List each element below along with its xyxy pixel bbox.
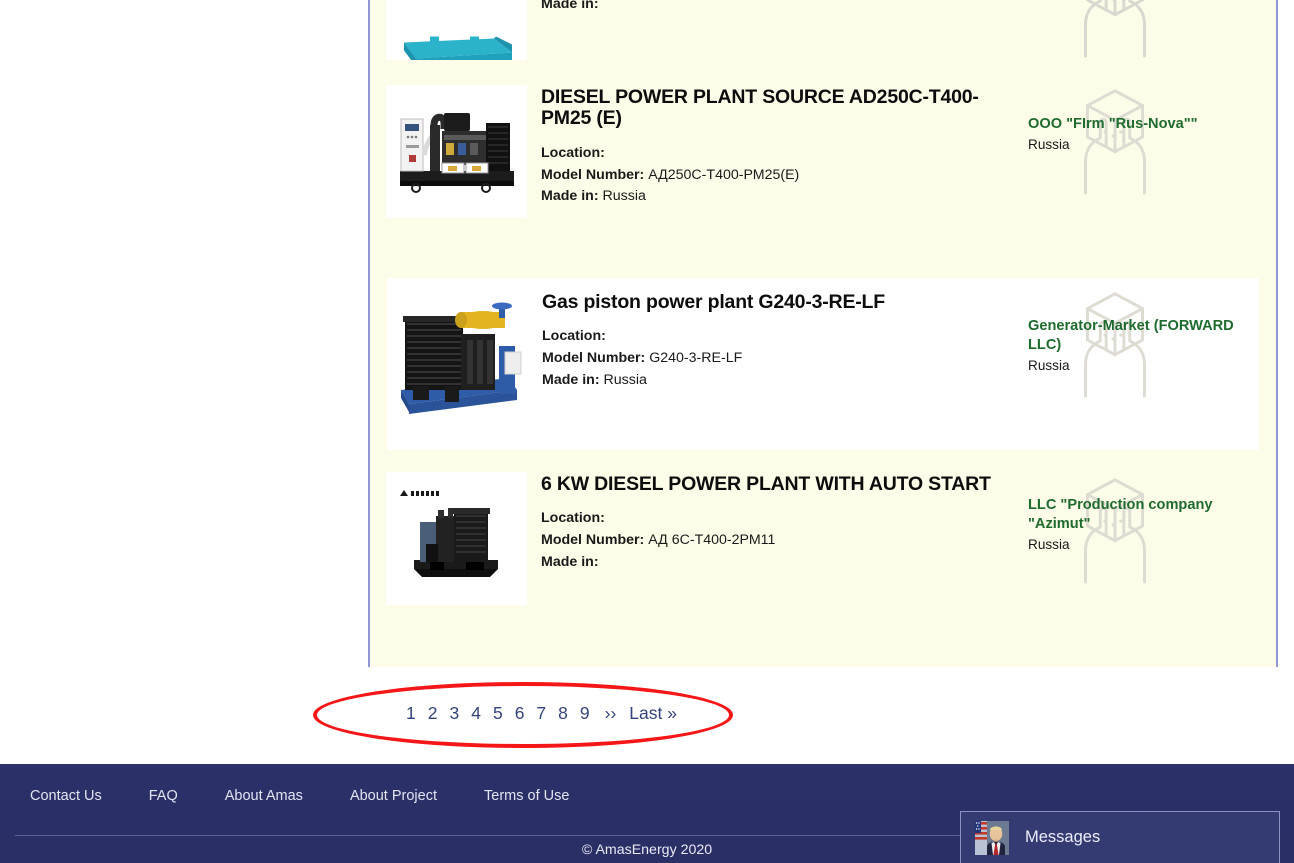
supplier-name[interactable]: OOO "FIrm "Rus-Nova"" [1028,115,1258,134]
product-card[interactable]: Made in: [370,0,1276,73]
footer-link-contact-us[interactable]: Contact Us [30,788,102,804]
product-card[interactable]: Gas piston power plant G240-3-RE-LF Loca… [387,278,1259,450]
spec-row: Location: [541,143,1028,165]
spec-value: G240-3-RE-LF [649,350,743,367]
spec-label: Location: [541,144,605,161]
spec-label: Made in: [541,0,599,12]
cyan-skid-frame-icon [386,36,527,60]
spec-value: АД250С-Т400-РМ25(Е) [648,166,800,183]
page-link-1[interactable]: 1 [400,701,422,725]
product-thumbnail[interactable] [386,0,527,60]
pagination: 1 2 3 4 5 6 7 8 9 ›› Last » [368,701,713,725]
supplier-country: Russia [1028,137,1070,152]
hands-holding-box-icon [1084,0,1146,58]
spec-row: Made in: Russia [542,370,1028,392]
product-info: 6 KW DIESEL POWER PLANT WITH AUTO START … [541,472,1028,574]
blue-gas-piston-plant-icon [387,290,528,423]
spec-row: Made in: [541,0,1028,16]
page-link-6[interactable]: 6 [509,701,531,725]
supplier-info: Generator-Market (FORWARD LLC) Russia [1028,290,1258,410]
spec-row: Made in: Russia [541,186,1028,208]
page-root: Made in: DIESEL POWER PLANT SOURCE AD250… [0,0,1294,863]
product-thumbnail[interactable] [387,290,528,423]
last-page-link[interactable]: Last » [620,701,681,725]
pagination-zone: 1 2 3 4 5 6 7 8 9 ›› Last » [368,667,1278,765]
product-thumbnail[interactable] [386,85,527,218]
footer-link-terms-of-use[interactable]: Terms of Use [484,788,569,804]
spec-value: Russia [603,371,647,388]
product-info: Made in: [541,0,1028,16]
spec-label: Model Number: [541,532,645,549]
supplier-info: OOO "FIrm "Rus-Nova"" Russia [1028,85,1258,205]
spec-row: Made in: [541,552,1028,574]
footer-link-about-amas[interactable]: About Amas [225,788,303,804]
page-link-8[interactable]: 8 [552,701,574,725]
page-link-9[interactable]: 9 [574,701,596,725]
product-card[interactable]: 6 KW DIESEL POWER PLANT WITH AUTO START … [370,450,1276,635]
spec-label: Made in: [541,553,599,570]
next-page-link[interactable]: ›› [596,701,621,725]
site-footer: Contact Us FAQ About Amas About Project … [0,764,1294,863]
supplier-country: Russia [1028,358,1070,373]
supplier-country: Russia [1028,537,1070,552]
product-card[interactable]: DIESEL POWER PLANT SOURCE AD250C-T400-PM… [370,73,1276,278]
spec-row: Model Number: АД250С-Т400-РМ25(Е) [541,165,1028,187]
page-link-3[interactable]: 3 [443,701,465,725]
product-title[interactable]: Gas piston power plant G240-3-RE-LF [542,291,1028,313]
open-frame-diesel-generator-icon [386,85,527,218]
spec-label: Model Number: [542,350,646,367]
supplier-info: LLC "Production company "Azimut" Russia [1028,472,1258,592]
spec-label: Made in: [542,371,600,388]
footer-link-about-project[interactable]: About Project [350,788,437,804]
page-link-5[interactable]: 5 [487,701,509,725]
avatar [975,820,1009,855]
product-results-panel: Made in: DIESEL POWER PLANT SOURCE AD250… [368,0,1278,667]
messages-widget[interactable]: Messages [960,811,1280,863]
spec-row: Model Number: G240-3-RE-LF [542,348,1028,370]
spec-value: АД 6С-Т400-2РМ11 [648,532,776,549]
spec-row: Model Number: АД 6С-Т400-2РМ11 [541,530,1028,552]
spec-label: Model Number: [541,166,645,183]
spec-label: Made in: [541,188,599,205]
footer-link-faq[interactable]: FAQ [149,788,178,804]
product-info: Gas piston power plant G240-3-RE-LF Loca… [542,290,1028,392]
supplier-name[interactable]: LLC "Production company "Azimut" [1028,496,1258,534]
spec-row: Location: [542,326,1028,348]
product-title[interactable]: 6 KW DIESEL POWER PLANT WITH AUTO START [541,473,1028,495]
page-link-4[interactable]: 4 [465,701,487,725]
page-link-2[interactable]: 2 [422,701,444,725]
spec-label: Location: [542,328,606,345]
spec-value: Russia [602,188,646,205]
user-portrait-avatar-icon [975,820,1009,855]
product-title[interactable]: DIESEL POWER PLANT SOURCE AD250C-T400-PM… [541,86,1028,130]
footer-links: Contact Us FAQ About Amas About Project … [0,764,1294,804]
spec-row: Location: [541,508,1028,530]
product-info: DIESEL POWER PLANT SOURCE AD250C-T400-PM… [541,85,1028,208]
black-diesel-generator-icon [386,472,527,605]
spec-label: Location: [541,510,605,527]
page-link-7[interactable]: 7 [530,701,552,725]
supplier-name[interactable]: Generator-Market (FORWARD LLC) [1028,317,1258,355]
messages-label: Messages [1025,828,1101,846]
product-thumbnail[interactable] [386,472,527,605]
